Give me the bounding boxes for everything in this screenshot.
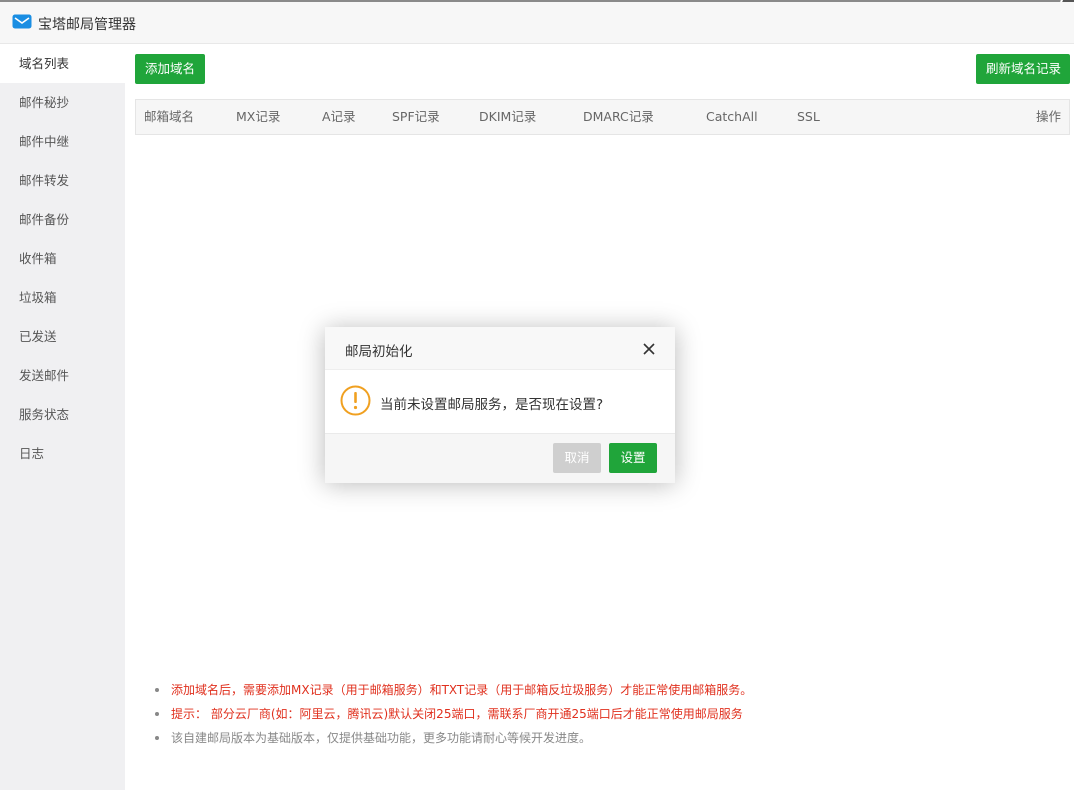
dialog-message: 当前未设置邮局服务，是否现在设置?	[380, 397, 604, 413]
warning-icon	[340, 385, 371, 416]
note-item: 添加域名后，需要添加MX记录（用于邮箱服务）和TXT记录（用于邮箱反垃圾服务）才…	[155, 680, 752, 704]
sidebar-item-spam[interactable]: 垃圾箱	[0, 278, 125, 317]
sidebar-item-compose[interactable]: 发送邮件	[0, 356, 125, 395]
sidebar: 域名列表 邮件秘抄 邮件中继 邮件转发 邮件备份 收件箱 垃圾箱 已发送 发送邮…	[0, 44, 125, 790]
column-header-mx: MX记录	[236, 109, 281, 124]
add-domain-button[interactable]: 添加域名	[135, 54, 205, 84]
column-header-a: A记录	[322, 109, 356, 124]
help-notes: 添加域名后，需要添加MX记录（用于邮箱服务）和TXT记录（用于邮箱反垃圾服务）才…	[155, 680, 752, 752]
sidebar-item-inbox[interactable]: 收件箱	[0, 239, 125, 278]
sidebar-item-sent[interactable]: 已发送	[0, 317, 125, 356]
column-header-spf: SPF记录	[392, 109, 440, 124]
domain-table-header: 邮箱域名 MX记录 A记录 SPF记录 DKIM记录 DMARC记录 Catch…	[135, 99, 1070, 135]
refresh-domain-records-button[interactable]: 刷新域名记录	[976, 54, 1070, 84]
sidebar-item-mail-bcc[interactable]: 邮件秘抄	[0, 83, 125, 122]
column-header-actions: 操作	[1035, 109, 1061, 124]
sidebar-item-mail-backup[interactable]: 邮件备份	[0, 200, 125, 239]
column-header-dmarc: DMARC记录	[583, 109, 654, 124]
mail-init-dialog: 邮局初始化 当前未设置邮局服务，是否现在设置? 取消 设置	[325, 327, 675, 483]
close-icon[interactable]	[641, 341, 657, 357]
sidebar-item-mail-relay[interactable]: 邮件中继	[0, 122, 125, 161]
dialog-header: 邮局初始化	[325, 327, 675, 370]
sidebar-item-service-status[interactable]: 服务状态	[0, 395, 125, 434]
column-header-dkim: DKIM记录	[479, 109, 537, 124]
column-header-ssl: SSL	[797, 109, 820, 124]
mail-envelope-icon	[12, 14, 32, 29]
title-bar: 宝塔邮局管理器	[0, 2, 1074, 44]
column-header-catchall: CatchAll	[706, 109, 758, 124]
dialog-body: 当前未设置邮局服务，是否现在设置?	[325, 370, 675, 433]
dialog-title: 邮局初始化	[345, 344, 413, 360]
cancel-button[interactable]: 取消	[553, 443, 601, 473]
sidebar-item-domain-list[interactable]: 域名列表	[0, 44, 125, 83]
sidebar-item-mail-forward[interactable]: 邮件转发	[0, 161, 125, 200]
app-title: 宝塔邮局管理器	[38, 17, 136, 33]
note-item: 提示： 部分云厂商(如：阿里云，腾讯云)默认关闭25端口，需联系厂商开通25端口…	[155, 704, 752, 728]
column-header-domain: 邮箱域名	[144, 109, 195, 124]
sidebar-item-logs[interactable]: 日志	[0, 434, 125, 473]
setup-button[interactable]: 设置	[609, 443, 657, 473]
dialog-footer: 取消 设置	[325, 433, 675, 483]
note-item: 该自建邮局版本为基础版本，仅提供基础功能，更多功能请耐心等候开发进度。	[155, 728, 752, 752]
